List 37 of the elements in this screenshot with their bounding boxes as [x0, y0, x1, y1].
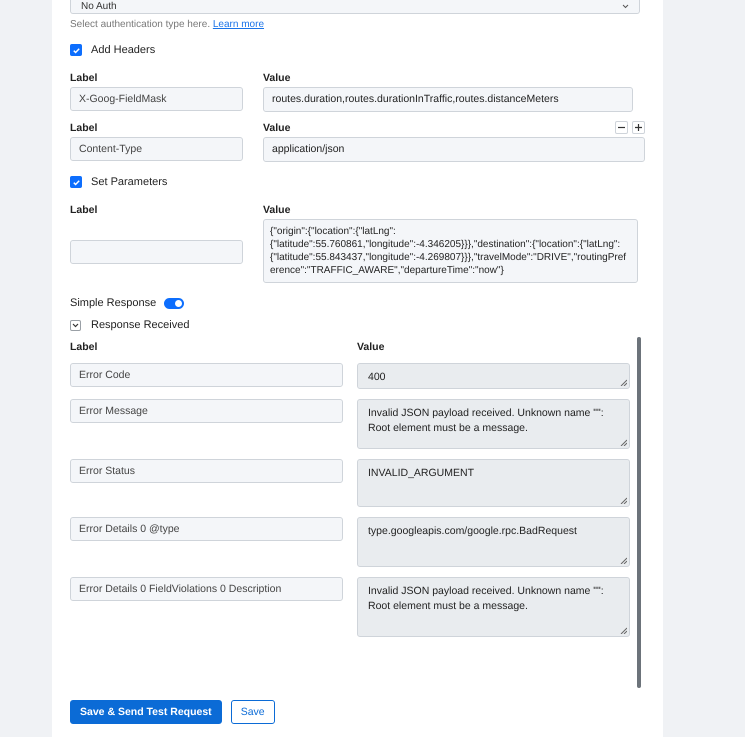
column-heading: Value	[263, 122, 290, 134]
column-heading: Value	[263, 204, 290, 216]
input-field[interactable]: Error Code	[70, 363, 343, 387]
input-field[interactable]: Content-Type	[70, 137, 243, 161]
send-button[interactable]: Save & Send Test Request	[70, 700, 222, 724]
text-area[interactable]: Invalid JSON payload received. Unknown name "": Root element must be a message.	[357, 399, 630, 449]
column-heading: Label	[70, 203, 98, 216]
field-value: 400	[368, 371, 386, 383]
auth-dropdown[interactable]: No Auth	[70, 0, 640, 14]
help-text: Select authentication type here. Learn more	[70, 19, 266, 30]
learn-more-link[interactable]: Learn more	[212, 19, 264, 30]
input-field[interactable]: Error Message	[70, 399, 343, 423]
input-field[interactable]: Error Details 0 FieldViolations 0 Description	[70, 577, 343, 601]
text-area[interactable]: 400	[357, 363, 630, 389]
checkbox-label: Set Parameters	[91, 176, 168, 188]
column-heading: Value	[357, 341, 386, 353]
input-field[interactable]: Error Details 0 @type	[70, 517, 343, 541]
input-field[interactable]: routes.duration,routes.durationInTraffic,routes.distanceMeters	[263, 87, 633, 112]
field-value: Invalid JSON payload received. Unknown name "": Root element must be a message.	[368, 407, 604, 434]
toggle-label: Simple Response	[70, 297, 156, 309]
column-heading: Label	[70, 71, 98, 84]
input-field[interactable]: X-Goog-FieldMask	[70, 87, 243, 111]
text-area[interactable]: {"origin":{"location":{"latLng":{"latitude":55.760861,"longitude":-4.346205}}},"destination":{"location":{"latLng":{"latitude":55.843437,"longitude":-4.269807}}},"travelMode":"DRIVE","routingPreference":"TRAFFIC_AWARE","departureTime":"now"}	[263, 219, 638, 283]
input-field[interactable]: Error Status	[70, 459, 343, 483]
input-field[interactable]: application/json	[263, 137, 645, 162]
section-title: Response Received	[91, 319, 190, 331]
column-heading: Value	[263, 72, 290, 84]
checkbox-label: Add Headers	[91, 44, 156, 56]
save-button[interactable]: Save	[230, 700, 275, 724]
field-value: INVALID_ARGUMENT	[368, 467, 474, 479]
text-area[interactable]: type.googleapis.com/google.rpc.BadRequest	[357, 517, 630, 567]
column-heading: Label	[70, 341, 98, 353]
text-area[interactable]: INVALID_ARGUMENT	[357, 459, 630, 507]
text-area[interactable]: Invalid JSON payload received. Unknown name "": Root element must be a message.	[357, 577, 630, 637]
field-value: Invalid JSON payload received. Unknown name "": Root element must be a message.	[368, 585, 604, 612]
field-value: type.googleapis.com/google.rpc.BadRequest	[368, 525, 577, 537]
column-heading: Label	[70, 121, 98, 134]
